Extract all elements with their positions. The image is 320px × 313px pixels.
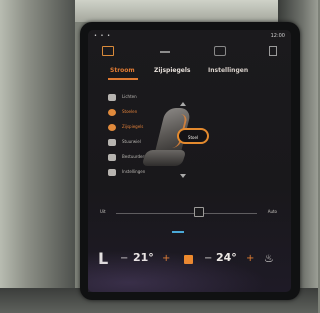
seat-cushion — [141, 150, 187, 166]
settings-icon — [108, 169, 116, 176]
seat-heat-icon — [108, 109, 116, 116]
background-left — [0, 0, 75, 313]
climate-center-icon[interactable] — [184, 255, 193, 264]
temp-right-value: 24° — [216, 251, 237, 264]
status-dots: • • • — [94, 33, 112, 39]
climate-bar: L − 21° + − 24° + ♨ — [98, 247, 288, 273]
temp-left-plus-button[interactable]: + — [162, 253, 170, 264]
status-bar: • • • 12:00 — [94, 33, 285, 41]
seat-heat-icon[interactable]: ♨ — [264, 252, 274, 265]
menu-item-lichten[interactable]: Lichten — [108, 92, 178, 107]
window-icon[interactable] — [269, 46, 277, 56]
temp-right-minus-button[interactable]: − — [204, 253, 212, 264]
chevron-down-icon[interactable] — [180, 174, 186, 178]
steering-icon — [108, 139, 116, 146]
menu-item-label: Lichten — [122, 94, 137, 99]
status-time: 12:00 — [270, 33, 285, 39]
tab-zijspiegels[interactable]: Zijspiegels — [154, 67, 190, 74]
tab-instellingen[interactable]: Instellingen — [208, 67, 248, 74]
top-icon-bar — [102, 46, 277, 56]
seat-control-chip[interactable]: Stoel — [177, 128, 209, 144]
seat-icon — [108, 94, 116, 101]
temp-left-value: 21° — [133, 251, 154, 264]
tab-bar: Stroom Zijspiegels Instellingen — [96, 67, 291, 80]
seat-illustration[interactable] — [128, 102, 203, 183]
chevron-up-icon[interactable] — [180, 102, 186, 106]
camera-icon[interactable] — [102, 46, 114, 56]
accent-mark — [172, 231, 184, 233]
profile-icon — [108, 154, 116, 161]
tab-stroom[interactable]: Stroom — [110, 67, 135, 74]
climate-left-label: L — [98, 249, 109, 268]
circle-icon — [108, 124, 116, 131]
active-tab-indicator — [108, 78, 138, 80]
app-icon[interactable] — [214, 46, 226, 56]
minimize-icon[interactable] — [160, 46, 170, 53]
temp-left-minus-button[interactable]: − — [120, 253, 128, 264]
temp-right-plus-button[interactable]: + — [246, 253, 254, 264]
